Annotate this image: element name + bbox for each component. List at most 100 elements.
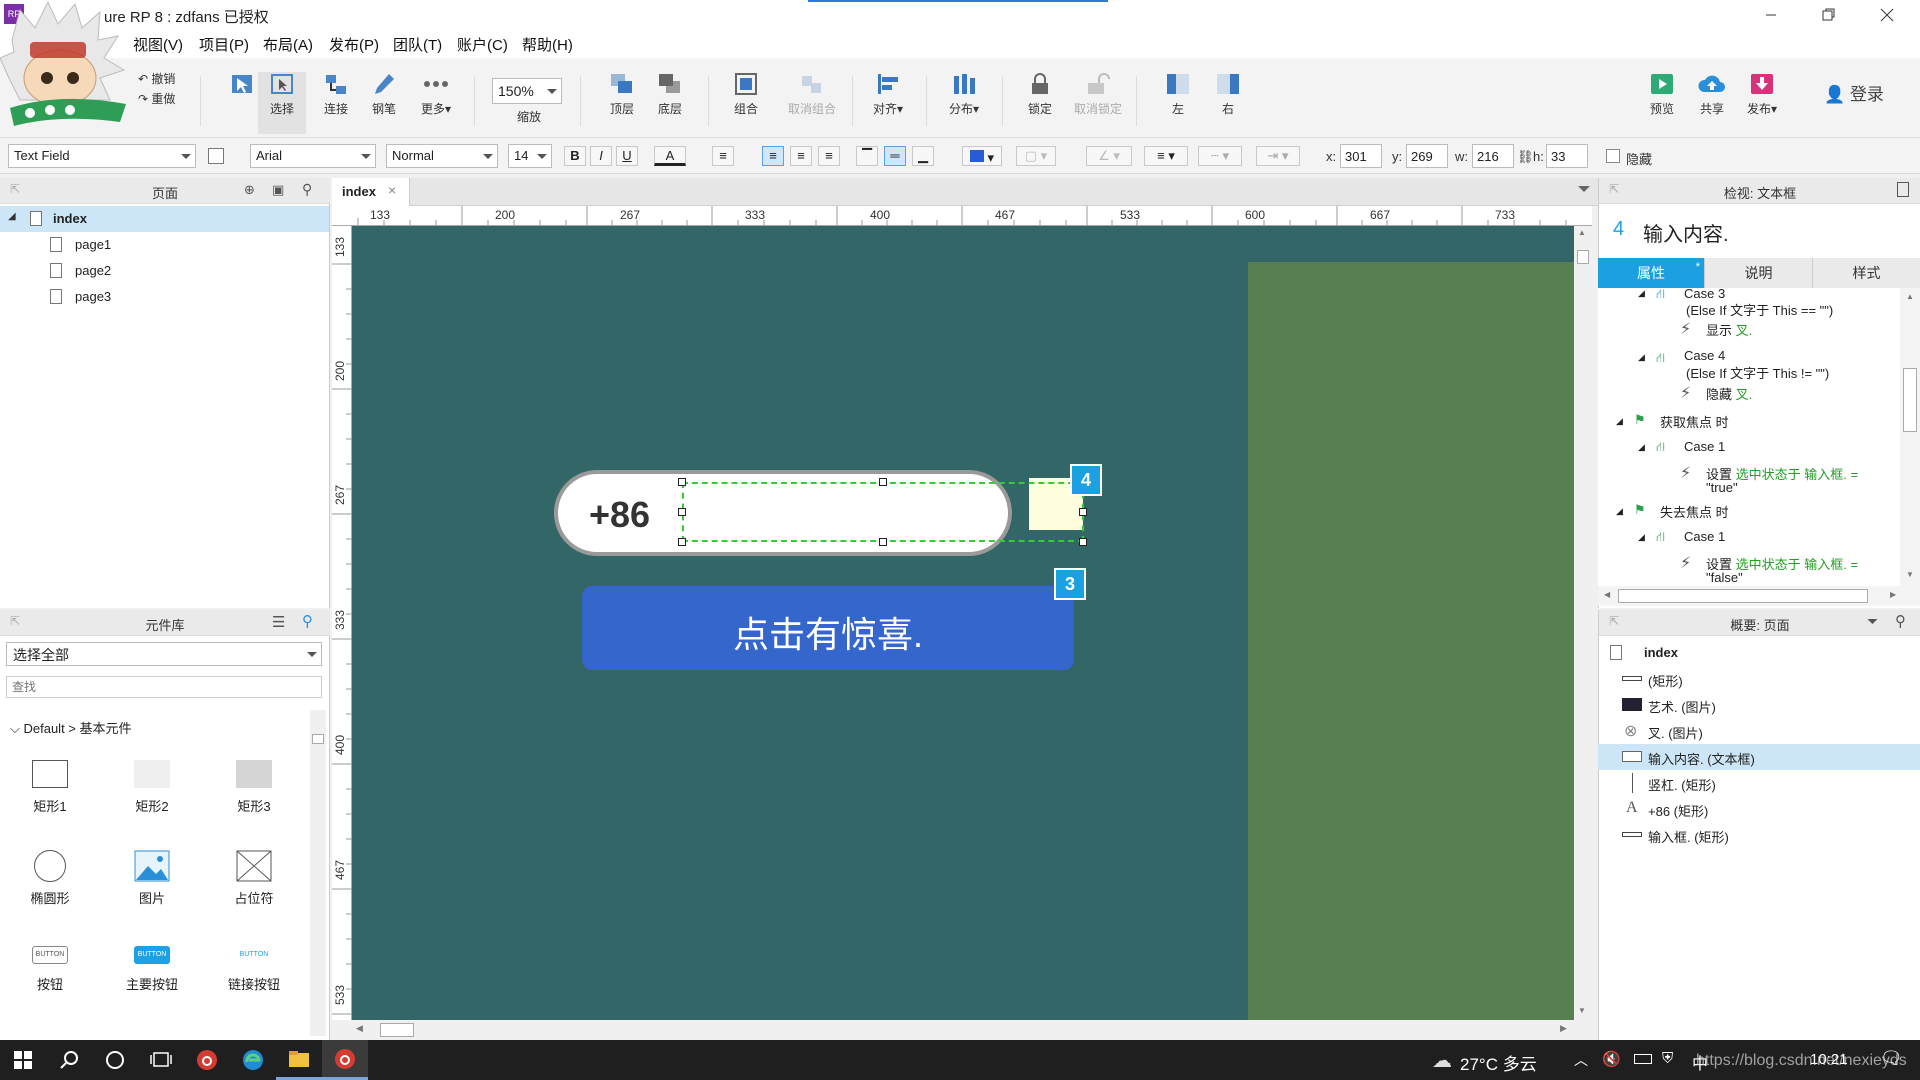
page-tree-item[interactable]: page2 [0,258,329,284]
widget-placeholder[interactable]: 占位符 [204,850,304,907]
align-left-button[interactable]: ≡ [762,146,784,166]
taskbar-search-button[interactable] [46,1040,92,1080]
scroll-left-icon[interactable]: ◀ [356,1023,363,1034]
scroll-right-icon[interactable]: ▶ [1890,590,1896,599]
file-explorer-app[interactable] [276,1040,322,1080]
menu-view[interactable]: 视图(V) [133,34,183,55]
library-group-header[interactable]: ⌵ Default > 基本元件 [10,718,132,737]
widget-ellipse[interactable]: 椭圆形 [0,850,100,907]
restore-button[interactable] [1800,0,1858,30]
scroll-thumb[interactable] [380,1023,414,1037]
filter-icon[interactable]: ⏷ [1867,613,1878,630]
interaction-badge[interactable]: 4 [1070,464,1102,496]
collapse-triangle-icon[interactable]: ◢ [1638,352,1645,363]
action-row[interactable]: 显示 叉. [1706,320,1752,339]
valign-top-button[interactable]: ▔ [856,146,878,166]
expand-triangle-icon[interactable]: ◢ [8,211,16,222]
outline-item[interactable]: 艺术. (图片) [1598,692,1920,718]
x-field[interactable]: 301 [1340,144,1382,168]
widget-primary-button[interactable]: BUTTON 主要按钮 [102,946,202,993]
page-tree-item-index[interactable]: ◢ index [0,206,329,232]
menu-layout[interactable]: 布局(A) [263,34,313,55]
outline-item[interactable]: (矩形) [1598,666,1920,692]
outline-root[interactable]: index [1598,640,1920,666]
widget-rectangle-2[interactable]: 矩形2 [102,760,202,815]
resize-handle[interactable] [1079,508,1087,516]
group-button[interactable]: 组合 [722,72,770,134]
lock-button[interactable]: 锁定 [1016,72,1064,134]
fill-color-button[interactable]: ▾ [962,146,1002,166]
right-panel-toggle[interactable]: 右 [1204,72,1252,134]
case-label[interactable]: Case 1 [1684,529,1725,544]
bullet-list-button[interactable]: ≡ [712,146,734,166]
surprise-button[interactable]: 点击有惊喜. [582,586,1074,670]
bring-to-front-button[interactable]: 顶层 [598,72,646,134]
widget-style-dropdown[interactable]: Text Field [8,144,196,168]
case-label[interactable]: Case 4 [1684,348,1725,363]
resize-handle[interactable] [879,538,887,546]
valign-bottom-button[interactable]: ▁ [912,146,934,166]
scroll-thumb[interactable] [312,734,324,744]
zoom-dropdown[interactable]: 150% [492,78,562,104]
selected-text-field[interactable] [682,482,1084,542]
library-search-input[interactable] [6,676,322,698]
w-field[interactable]: 216 [1472,144,1514,168]
tab-style[interactable]: 样式 [1812,258,1920,288]
add-page-icon[interactable]: ⊕ [244,182,255,198]
clock-time[interactable]: 10:21 [1810,1051,1848,1068]
tab-overflow-icon[interactable] [1578,186,1590,192]
resize-handle[interactable] [678,538,686,546]
align-center-button[interactable]: ≡ [790,146,812,166]
unlock-button[interactable]: 取消锁定 [1068,72,1128,134]
axure-active-app[interactable] [322,1040,368,1080]
library-select-dropdown[interactable]: 选择全部 [6,642,322,666]
canvas-horizontal-scrollbar[interactable]: ◀ ▶ [352,1020,1574,1040]
interaction-badge[interactable]: 3 [1054,568,1086,600]
task-view-button[interactable] [138,1040,184,1080]
search-icon[interactable]: ⚲ [302,612,313,630]
widget-name[interactable]: 输入内容. [1643,218,1729,247]
underline-button[interactable]: U [616,146,638,166]
align-right-button[interactable]: ≡ [818,146,840,166]
scroll-up-icon[interactable]: ▲ [1906,292,1914,301]
notes-page-icon[interactable] [1897,182,1909,197]
undo-button[interactable]: ↶ 撤销 [138,70,175,87]
outline-item-selected[interactable]: 输入内容. (文本框) [1598,744,1920,770]
add-folder-icon[interactable]: ▣ [272,182,284,198]
battery-icon[interactable] [1634,1054,1652,1064]
interaction-horizontal-scrollbar[interactable]: ◀ ▶ [1598,586,1920,606]
scroll-down-icon[interactable]: ▼ [1906,570,1914,579]
y-field[interactable]: 269 [1406,144,1448,168]
connect-button[interactable]: 连接 [312,72,360,134]
menu-help[interactable]: 帮助(H) [522,34,573,55]
page-tree-item[interactable]: page1 [0,232,329,258]
search-icon[interactable]: ⚲ [1895,612,1906,630]
line-color-button[interactable]: ∠ ▾ [1086,146,1132,166]
line-style-button[interactable]: ┄ ▾ [1198,146,1242,166]
scroll-thumb[interactable] [1903,368,1917,432]
event-label[interactable]: 获取焦点 时 [1660,412,1729,431]
italic-button[interactable]: I [590,146,612,166]
valign-middle-button[interactable]: ═ [884,146,906,166]
tab-index[interactable]: index × [332,178,410,206]
collapse-triangle-icon[interactable]: ◢ [1616,506,1623,517]
preview-button[interactable]: 预览 [1638,72,1686,134]
volume-icon[interactable]: 🔇 [1602,1050,1621,1068]
security-shield-icon[interactable]: ⛨ [1662,1050,1673,1067]
line-width-button[interactable]: ≡ ▾ [1144,146,1188,166]
tray-expand-icon[interactable]: ︿ [1574,1050,1588,1070]
menu-project[interactable]: 项目(P) [199,34,249,55]
design-canvas[interactable]: +86 4 点击有惊喜. 3 [352,226,1574,1020]
publish-button[interactable]: 发布▾ [1738,72,1786,134]
hidden-checkbox[interactable] [1606,149,1620,163]
case-label[interactable]: Case 1 [1684,439,1725,454]
widget-rectangle-1[interactable]: 矩形1 [0,760,100,815]
pen-button[interactable]: 钢笔 [360,72,408,134]
align-button[interactable]: 对齐▾ [864,72,912,134]
page-tree-item[interactable]: page3 [0,284,329,310]
bold-button[interactable]: B [564,146,586,166]
h-field[interactable]: 33 [1546,144,1588,168]
more-button[interactable]: 更多▾ [412,72,460,134]
resize-handle[interactable] [678,478,686,486]
scroll-down-icon[interactable]: ▼ [1578,1006,1586,1015]
